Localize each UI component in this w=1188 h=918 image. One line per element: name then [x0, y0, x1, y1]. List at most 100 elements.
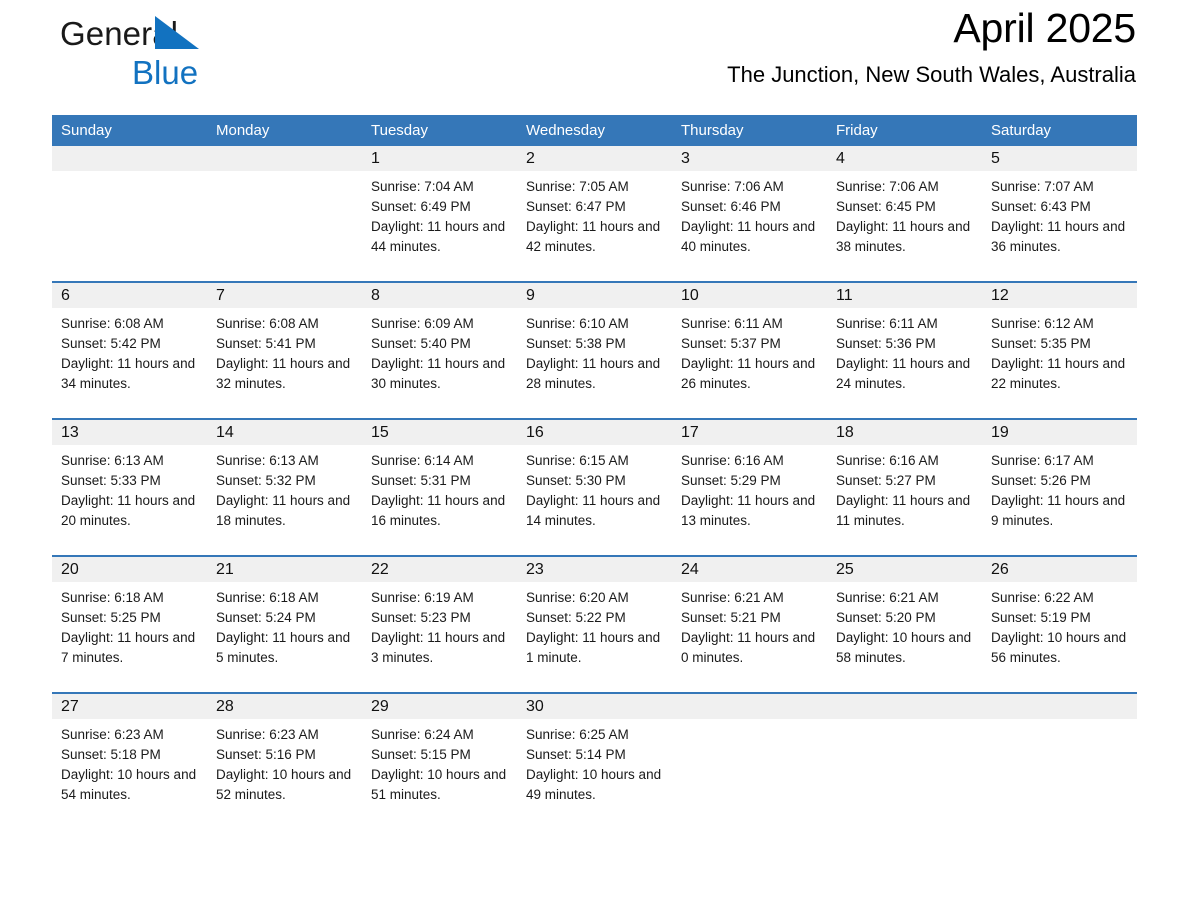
sunrise-sunset-calendar-table: Sunday Monday Tuesday Wednesday Thursday…: [52, 115, 1137, 829]
calendar-header-row: Sunday Monday Tuesday Wednesday Thursday…: [52, 115, 1137, 146]
day-number: 3: [672, 146, 827, 171]
calendar-day-cell[interactable]: 26 Sunrise: 6:22 AM Sunset: 5:19 PM Dayligh…: [982, 555, 1137, 693]
sunrise-text: Sunrise: 6:23 AM: [216, 727, 319, 742]
sunset-text: Sunset: 5:25 PM: [61, 610, 161, 625]
sunrise-text: Sunrise: 6:16 AM: [681, 453, 784, 468]
day-sun-info: Sunrise: 7:06 AM Sunset: 6:45 PM Daylight:…: [827, 171, 982, 257]
day-number: 6: [52, 283, 207, 308]
daylight-text: Daylight: 11 hours and 24 minutes.: [836, 356, 971, 391]
calendar-day-cell[interactable]: 24 Sunrise: 6:21 AM Sunset: 5:21 PM Dayligh…: [672, 555, 827, 693]
calendar-day-cell[interactable]: 21 Sunrise: 6:18 AM Sunset: 5:24 PM Dayligh…: [207, 555, 362, 693]
daylight-text: Daylight: 11 hours and 38 minutes.: [836, 219, 971, 254]
calendar-day-cell-empty: [207, 146, 362, 282]
calendar-day-cell[interactable]: 6 Sunrise: 6:08 AM Sunset: 5:42 PM Daylight…: [52, 281, 207, 419]
daylight-text: Daylight: 11 hours and 40 minutes.: [681, 219, 816, 254]
sunset-text: Sunset: 5:15 PM: [371, 747, 471, 762]
day-sun-info: Sunrise: 6:12 AM Sunset: 5:35 PM Daylight:…: [982, 308, 1137, 394]
daylight-text: Daylight: 11 hours and 42 minutes.: [526, 219, 661, 254]
daylight-text: Daylight: 11 hours and 30 minutes.: [371, 356, 506, 391]
sunset-text: Sunset: 5:21 PM: [681, 610, 781, 625]
calendar-day-cell[interactable]: 25 Sunrise: 6:21 AM Sunset: 5:20 PM Dayligh…: [827, 555, 982, 693]
calendar-day-cell[interactable]: 2 Sunrise: 7:05 AM Sunset: 6:47 PM Daylight…: [517, 146, 672, 282]
calendar-day-cell[interactable]: 3 Sunrise: 7:06 AM Sunset: 6:46 PM Daylight…: [672, 146, 827, 282]
day-number: 20: [52, 557, 207, 582]
weekday-header-tuesday: Tuesday: [362, 115, 517, 146]
sunset-text: Sunset: 5:38 PM: [526, 336, 626, 351]
day-number: [207, 146, 362, 171]
page-title: April 2025: [953, 5, 1136, 51]
general-blue-logo[interactable]: General Blue: [60, 13, 320, 95]
daylight-text: Daylight: 11 hours and 0 minutes.: [681, 630, 816, 665]
day-sun-info: Sunrise: 6:25 AM Sunset: 5:14 PM Daylight:…: [517, 719, 672, 805]
calendar-day-cell[interactable]: 13 Sunrise: 6:13 AM Sunset: 5:33 PM Dayligh…: [52, 418, 207, 556]
day-number: [982, 694, 1137, 719]
calendar-day-cell[interactable]: 8 Sunrise: 6:09 AM Sunset: 5:40 PM Daylight…: [362, 281, 517, 419]
daylight-text: Daylight: 10 hours and 58 minutes.: [836, 630, 972, 665]
calendar-day-cell[interactable]: 29 Sunrise: 6:24 AM Sunset: 5:15 PM Dayligh…: [362, 692, 517, 829]
day-number: 22: [362, 557, 517, 582]
day-number: 10: [672, 283, 827, 308]
calendar-day-cell[interactable]: 11 Sunrise: 6:11 AM Sunset: 5:36 PM Dayligh…: [827, 281, 982, 419]
daylight-text: Daylight: 10 hours and 54 minutes.: [61, 767, 197, 802]
sunrise-text: Sunrise: 6:24 AM: [371, 727, 474, 742]
calendar-day-cell[interactable]: 12 Sunrise: 6:12 AM Sunset: 5:35 PM Dayligh…: [982, 281, 1137, 419]
daylight-text: Daylight: 10 hours and 52 minutes.: [216, 767, 352, 802]
calendar-day-cell[interactable]: 23 Sunrise: 6:20 AM Sunset: 5:22 PM Dayligh…: [517, 555, 672, 693]
daylight-text: Daylight: 11 hours and 34 minutes.: [61, 356, 196, 391]
calendar-day-cell[interactable]: 30 Sunrise: 6:25 AM Sunset: 5:14 PM Dayligh…: [517, 692, 672, 829]
day-number: [52, 146, 207, 171]
day-sun-info: Sunrise: 6:09 AM Sunset: 5:40 PM Daylight:…: [362, 308, 517, 394]
daylight-text: Daylight: 11 hours and 18 minutes.: [216, 493, 351, 528]
sunset-text: Sunset: 6:43 PM: [991, 199, 1091, 214]
day-sun-info: Sunrise: 6:13 AM Sunset: 5:32 PM Daylight:…: [207, 445, 362, 531]
calendar-day-cell-empty: [827, 692, 982, 829]
day-sun-info: Sunrise: 6:08 AM Sunset: 5:42 PM Daylight:…: [52, 308, 207, 394]
sunset-text: Sunset: 5:33 PM: [61, 473, 161, 488]
calendar-day-cell[interactable]: 28 Sunrise: 6:23 AM Sunset: 5:16 PM Dayligh…: [207, 692, 362, 829]
day-number: 1: [362, 146, 517, 171]
daylight-text: Daylight: 11 hours and 3 minutes.: [371, 630, 506, 665]
calendar-day-cell[interactable]: 20 Sunrise: 6:18 AM Sunset: 5:25 PM Dayligh…: [52, 555, 207, 693]
calendar-day-cell[interactable]: 7 Sunrise: 6:08 AM Sunset: 5:41 PM Daylight…: [207, 281, 362, 419]
sunrise-text: Sunrise: 6:21 AM: [836, 590, 939, 605]
calendar-day-cell-empty: [982, 692, 1137, 829]
sunset-text: Sunset: 6:47 PM: [526, 199, 626, 214]
day-number: 25: [827, 557, 982, 582]
calendar-day-cell[interactable]: 16 Sunrise: 6:15 AM Sunset: 5:30 PM Dayligh…: [517, 418, 672, 556]
day-number: [827, 694, 982, 719]
sunrise-text: Sunrise: 6:12 AM: [991, 316, 1094, 331]
calendar-day-cell-empty: [672, 692, 827, 829]
calendar-day-cell[interactable]: 27 Sunrise: 6:23 AM Sunset: 5:18 PM Dayligh…: [52, 692, 207, 829]
day-number: 2: [517, 146, 672, 171]
calendar-day-cell[interactable]: 4 Sunrise: 7:06 AM Sunset: 6:45 PM Daylight…: [827, 146, 982, 282]
sunrise-text: Sunrise: 6:23 AM: [61, 727, 164, 742]
calendar-day-cell[interactable]: 18 Sunrise: 6:16 AM Sunset: 5:27 PM Dayligh…: [827, 418, 982, 556]
calendar-day-cell[interactable]: 1 Sunrise: 7:04 AM Sunset: 6:49 PM Daylight…: [362, 146, 517, 282]
day-number: 30: [517, 694, 672, 719]
calendar-day-cell[interactable]: 17 Sunrise: 6:16 AM Sunset: 5:29 PM Dayligh…: [672, 418, 827, 556]
sunset-text: Sunset: 5:31 PM: [371, 473, 471, 488]
day-number: 14: [207, 420, 362, 445]
weekday-header-monday: Monday: [207, 115, 362, 146]
calendar-day-cell[interactable]: 5 Sunrise: 7:07 AM Sunset: 6:43 PM Daylight…: [982, 146, 1137, 282]
day-sun-info: Sunrise: 6:16 AM Sunset: 5:27 PM Daylight:…: [827, 445, 982, 531]
calendar-day-cell[interactable]: 10 Sunrise: 6:11 AM Sunset: 5:37 PM Dayligh…: [672, 281, 827, 419]
day-number: 11: [827, 283, 982, 308]
day-sun-info: Sunrise: 6:21 AM Sunset: 5:21 PM Daylight:…: [672, 582, 827, 668]
calendar-day-cell[interactable]: 15 Sunrise: 6:14 AM Sunset: 5:31 PM Dayligh…: [362, 418, 517, 556]
sunrise-text: Sunrise: 6:09 AM: [371, 316, 474, 331]
daylight-text: Daylight: 11 hours and 11 minutes.: [836, 493, 971, 528]
daylight-text: Daylight: 11 hours and 1 minute.: [526, 630, 661, 665]
sunrise-text: Sunrise: 6:14 AM: [371, 453, 474, 468]
calendar-day-cell[interactable]: 14 Sunrise: 6:13 AM Sunset: 5:32 PM Dayligh…: [207, 418, 362, 556]
sunset-text: Sunset: 5:40 PM: [371, 336, 471, 351]
sunrise-text: Sunrise: 6:20 AM: [526, 590, 629, 605]
day-sun-info: Sunrise: 6:15 AM Sunset: 5:30 PM Daylight:…: [517, 445, 672, 531]
sunrise-text: Sunrise: 6:22 AM: [991, 590, 1094, 605]
sunset-text: Sunset: 5:23 PM: [371, 610, 471, 625]
sunrise-text: Sunrise: 6:19 AM: [371, 590, 474, 605]
day-number: 17: [672, 420, 827, 445]
calendar-day-cell[interactable]: 9 Sunrise: 6:10 AM Sunset: 5:38 PM Daylight…: [517, 281, 672, 419]
calendar-day-cell[interactable]: 22 Sunrise: 6:19 AM Sunset: 5:23 PM Dayligh…: [362, 555, 517, 693]
calendar-day-cell[interactable]: 19 Sunrise: 6:17 AM Sunset: 5:26 PM Dayligh…: [982, 418, 1137, 556]
